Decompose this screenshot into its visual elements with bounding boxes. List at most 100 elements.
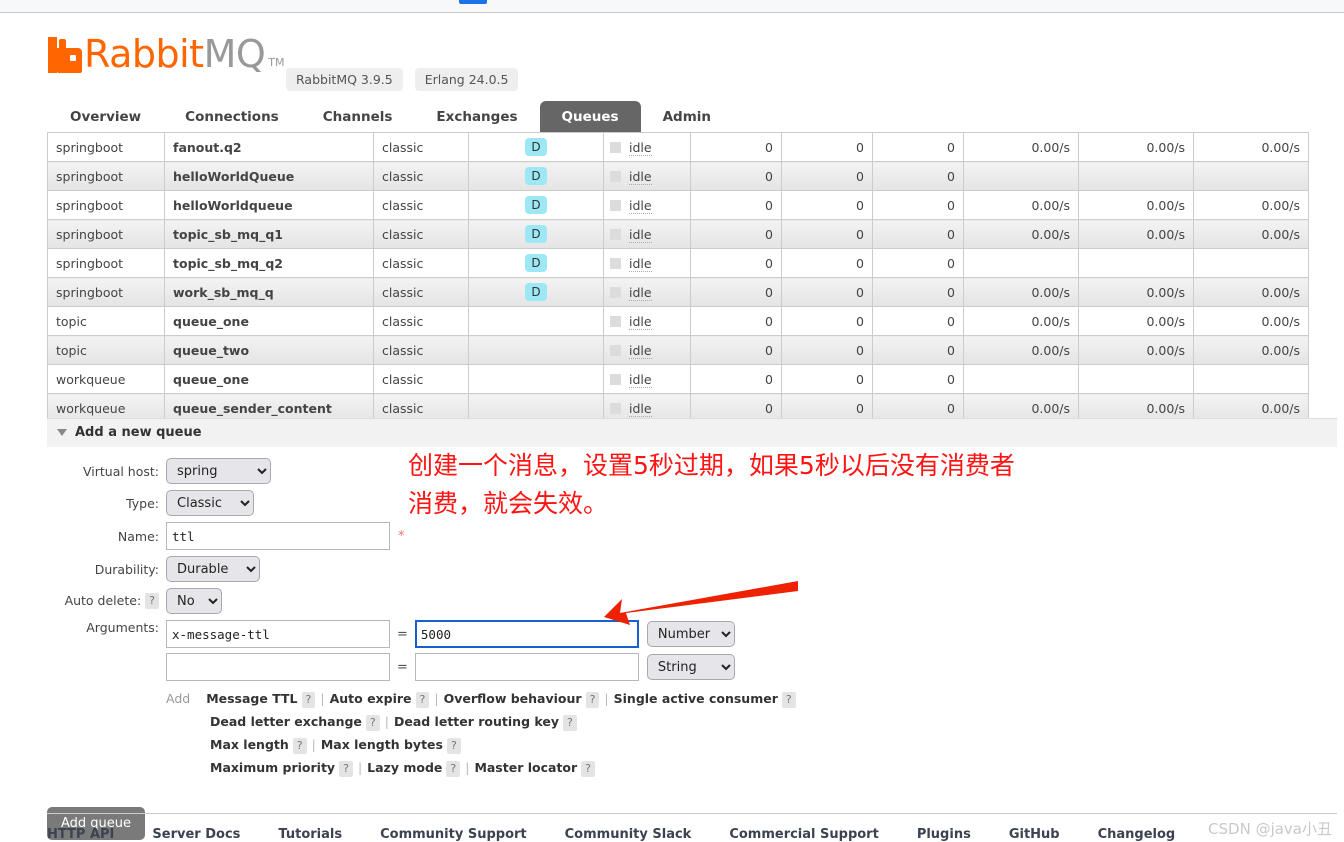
preset-link[interactable]: Auto expire — [330, 691, 412, 706]
footer-link[interactable]: Server Docs — [152, 827, 240, 842]
footer-link[interactable]: Changelog — [1098, 827, 1176, 842]
tab-overview[interactable]: Overview — [48, 101, 163, 134]
footer-link[interactable]: Community Slack — [565, 827, 692, 842]
preset-separator: | — [384, 714, 389, 729]
queue-name-cell[interactable]: queue_one — [164, 306, 374, 336]
durability-select[interactable]: Durable — [166, 556, 260, 582]
preset-help-icon[interactable]: ? — [339, 760, 353, 777]
argument-2-equals: = — [397, 659, 408, 675]
preset-help-icon[interactable]: ? — [301, 691, 316, 708]
preset-help-icon[interactable]: ? — [585, 691, 600, 708]
preset-link[interactable]: Single active consumer — [614, 691, 778, 706]
preset-link[interactable]: Overflow behaviour — [444, 691, 582, 706]
queue-incoming-rate-cell: 0.00/s — [963, 335, 1079, 365]
queue-incoming-rate-cell: 0.00/s — [963, 190, 1079, 220]
queue-state-cell: idle — [603, 219, 691, 249]
argument-1-equals: = — [397, 626, 408, 642]
queue-total-cell: 0 — [872, 248, 964, 278]
table-row[interactable]: springboot fanout.q2 classic Didle 0 0 0 0.00/s… — [47, 132, 1309, 162]
queues-table: springboot fanout.q2 classic Didle 0 0 0 0.00/s… — [47, 132, 1309, 423]
queue-name-cell[interactable]: topic_sb_mq_q1 — [164, 219, 374, 249]
tab-connections[interactable]: Connections — [163, 101, 301, 134]
queue-state-label: idle — [629, 227, 652, 243]
queue-vhost-cell: workqueue — [47, 364, 165, 394]
preset-help-icon[interactable]: ? — [365, 714, 380, 731]
queue-incoming-rate-cell: 0.00/s — [963, 306, 1079, 336]
preset-link[interactable]: Message TTL — [206, 691, 297, 706]
preset-help-icon[interactable]: ? — [781, 691, 796, 708]
table-row[interactable]: topic queue_one classic idle 0 0 0 0.00/s 0.00/s… — [47, 306, 1309, 336]
footer-link[interactable]: HTTP API — [47, 827, 114, 842]
argument-2-key-input[interactable] — [166, 653, 390, 681]
preset-link[interactable]: Dead letter exchange — [210, 714, 362, 729]
table-row[interactable]: workqueue queue_one classic idle 0 0 0 — [47, 364, 1309, 394]
footer-link[interactable]: Community Support — [380, 827, 527, 842]
argument-1-key-input[interactable] — [166, 620, 390, 648]
queue-name-cell[interactable]: topic_sb_mq_q2 — [164, 248, 374, 278]
tab-admin[interactable]: Admin — [641, 101, 733, 134]
preset-separator: | — [311, 737, 316, 752]
virtual-host-select[interactable]: spring — [166, 458, 271, 484]
queue-state-cell: idle — [603, 190, 691, 220]
queue-name-cell[interactable]: queue_one — [164, 364, 374, 394]
state-indicator-icon — [610, 142, 621, 153]
rabbitmq-logo[interactable]: RabbitMQ TM — [48, 35, 284, 73]
preset-link[interactable]: Dead letter routing key — [394, 714, 559, 729]
presets-row-4-items: Maximum priority? | Lazy mode? | Master loca… — [210, 760, 596, 777]
preset-help-icon[interactable]: ? — [446, 737, 461, 754]
add-queue-section-header[interactable]: Add a new queue — [47, 418, 1337, 447]
tab-queues[interactable]: Queues — [539, 101, 641, 134]
preset-link[interactable]: Maximum priority — [210, 760, 335, 775]
argument-1-value-input[interactable] — [414, 620, 639, 648]
queue-name-cell[interactable]: helloWorldQueue — [164, 161, 374, 191]
argument-2-type-select[interactable]: String — [646, 654, 735, 680]
queue-ack-rate-cell — [1193, 161, 1309, 191]
queue-name-cell[interactable]: queue_two — [164, 335, 374, 365]
queue-vhost-cell: springboot — [47, 248, 165, 278]
preset-help-icon[interactable]: ? — [581, 760, 596, 777]
state-indicator-icon — [610, 287, 621, 298]
queue-vhost-cell: topic — [47, 335, 165, 365]
queue-type-select[interactable]: Classic — [166, 490, 254, 516]
auto-delete-select[interactable]: No — [166, 588, 222, 614]
queue-name-cell[interactable]: helloWorldqueue — [164, 190, 374, 220]
footer-link[interactable]: Plugins — [917, 827, 971, 842]
queue-incoming-rate-cell — [963, 364, 1079, 394]
browser-tab-accent — [459, 0, 487, 4]
table-row[interactable]: springboot topic_sb_mq_q1 classic Didle 0 0 0 0… — [47, 219, 1309, 249]
csdn-watermark: CSDN @java小丑 — [1208, 820, 1332, 838]
argument-2-value-input[interactable] — [414, 653, 639, 681]
queue-total-cell: 0 — [872, 306, 964, 336]
queue-name-cell[interactable]: fanout.q2 — [164, 132, 374, 162]
footer-link[interactable]: Tutorials — [278, 827, 342, 842]
argument-presets-row-2: Dead letter exchange? | Dead letter routin… — [166, 710, 947, 733]
preset-help-icon[interactable]: ? — [415, 691, 430, 708]
table-row[interactable]: springboot work_sb_mq_q classic Didle 0 0 0 0.0… — [47, 277, 1309, 307]
preset-help-icon[interactable]: ? — [292, 737, 307, 754]
footer-link[interactable]: Commercial Support — [729, 827, 879, 842]
table-row[interactable]: topic queue_two classic idle 0 0 0 0.00/s 0.00/s… — [47, 335, 1309, 365]
preset-help-icon[interactable]: ? — [562, 714, 577, 731]
queue-features-cell: D — [468, 277, 604, 307]
argument-1-type-select[interactable]: Number — [646, 621, 735, 647]
table-row[interactable]: springboot helloWorldqueue classic Didle 0 0 0… — [47, 190, 1309, 220]
preset-link[interactable]: Lazy mode — [367, 760, 442, 775]
table-row[interactable]: springboot helloWorldQueue classic Didle 0 0 0 — [47, 161, 1309, 191]
table-row[interactable]: springboot topic_sb_mq_q2 classic Didle 0 0 0 — [47, 248, 1309, 278]
argument-presets-row-3: Max length? | Max length bytes? — [166, 733, 947, 756]
queue-ack-rate-cell: 0.00/s — [1193, 132, 1309, 162]
queue-name-input[interactable] — [166, 522, 390, 550]
auto-delete-help-icon[interactable]: ? — [145, 593, 159, 610]
preset-link[interactable]: Max length — [210, 737, 289, 752]
queue-type-cell: classic — [373, 335, 469, 365]
preset-link[interactable]: Master locator — [474, 760, 577, 775]
preset-help-icon[interactable]: ? — [446, 760, 461, 777]
footer-link[interactable]: GitHub — [1009, 827, 1060, 842]
tab-exchanges[interactable]: Exchanges — [414, 101, 539, 134]
arguments-label: Arguments: — [86, 620, 159, 635]
queue-name-cell[interactable]: work_sb_mq_q — [164, 277, 374, 307]
queue-ack-rate-cell: 0.00/s — [1193, 335, 1309, 365]
queue-deliver-rate-cell: 0.00/s — [1078, 190, 1194, 220]
tab-channels[interactable]: Channels — [301, 101, 415, 134]
preset-link[interactable]: Max length bytes — [321, 737, 443, 752]
